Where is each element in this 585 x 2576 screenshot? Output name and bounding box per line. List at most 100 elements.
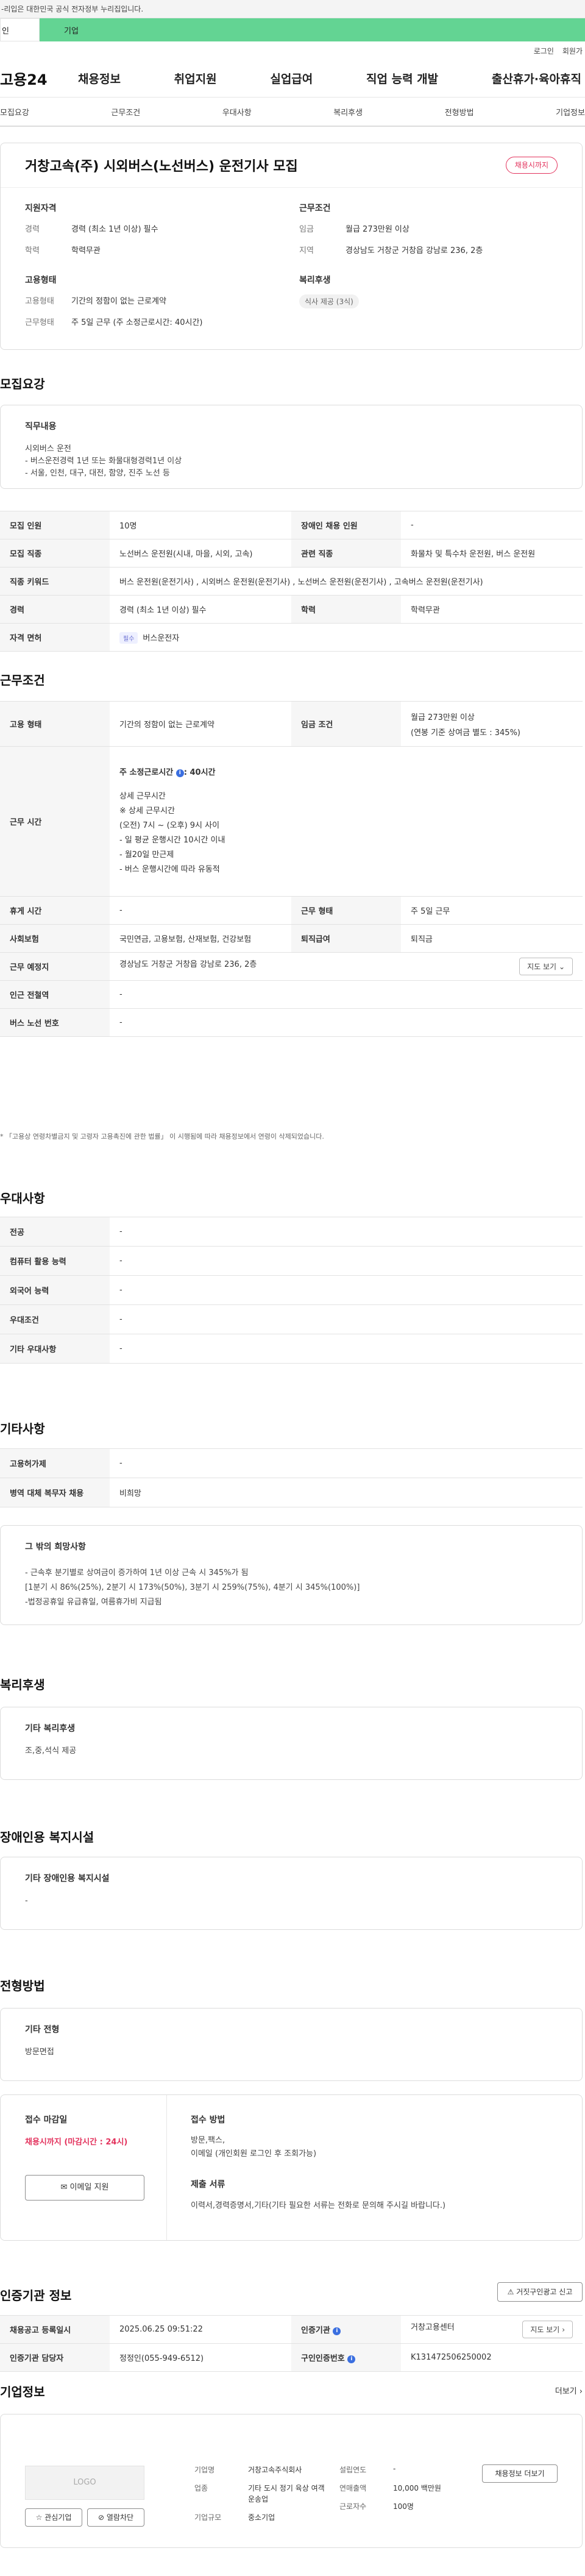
- emp-type-value: 기간의 정함이 없는 근로계약: [71, 297, 166, 306]
- industry-value: 기타 도시 정기 육상 여객 운송업: [248, 2484, 325, 2503]
- report-icon: ⚠: [507, 2288, 514, 2296]
- insurance-value: 국민연금, 고용보험, 산재보험, 건강보험: [110, 924, 291, 953]
- government-notice-bar: -리입은 대한민국 공식 전자정부 누리집입니다.: [0, 0, 585, 18]
- major-value: -: [110, 1217, 583, 1247]
- workplace-cell: 경상남도 거창군 거창읍 강남로 236, 2층 지도 보기 ⌄: [110, 952, 583, 981]
- tab-recruitment[interactable]: 모집요강: [0, 106, 29, 118]
- agency-cell: 거창고용센터 지도 보기 ›: [401, 2315, 583, 2344]
- chevron-down-icon: ⌄: [558, 962, 565, 971]
- company-more-link[interactable]: 더보기 ›: [555, 2385, 583, 2396]
- table-row: 근무 시간 주 소정근로시간 i: 40시간 상세 근무시간 ※ 상세 근무시간…: [0, 746, 583, 897]
- company-jobs-button[interactable]: 채용정보 더보기: [482, 2464, 558, 2483]
- employment-type-label: 고용 형태: [0, 701, 110, 747]
- license-cell: 필수 버스운전자: [110, 623, 583, 652]
- job-summary-card: 거창고속(주) 시외버스(노선버스) 운전기사 모집 채용시까지 지원자격 경력…: [0, 143, 583, 350]
- info-icon[interactable]: i: [347, 2355, 356, 2363]
- table-row: 모집 인원 10명 장애인 채용 인원 -: [0, 511, 583, 539]
- emp-shape-value: 주 5일 근무 (주 소정근로시간: 40시간): [71, 318, 203, 327]
- menu-unemployment-benefit[interactable]: 실업급여: [270, 70, 313, 87]
- email-apply-button[interactable]: ✉ 이메일 지원: [25, 2175, 144, 2201]
- false-ad-report-label: 거짓구인광고 신고: [516, 2288, 573, 2296]
- agency-map-button[interactable]: 지도 보기 ›: [522, 2321, 573, 2338]
- company-fields-left: 기업명 거창고속주식회사 업종 기타 도시 정기 육상 여객 운송업 기업규모 중소기…: [194, 2464, 327, 2530]
- welfare-summary-heading: 복리후생: [299, 276, 331, 285]
- other-preference-label: 기타 우대사항: [0, 1334, 110, 1364]
- station-label: 인근 전철역: [0, 980, 110, 1009]
- table-row: 고용 형태 기간의 정함이 없는 근로계약 임금 조건 월급 273만원 이상 …: [0, 701, 583, 747]
- interest-company-button[interactable]: ☆ 관심기업: [25, 2508, 82, 2527]
- tab-company-info[interactable]: 기업정보: [556, 106, 585, 118]
- disabled-headcount-value: -: [401, 511, 583, 539]
- workplace-map-button[interactable]: 지도 보기 ⌄: [519, 958, 573, 975]
- table-row: 우대조건 -: [0, 1304, 583, 1334]
- bus-route-label: 버스 노선 번호: [0, 1008, 110, 1037]
- block-view-button[interactable]: ⊘ 열람차단: [87, 2508, 144, 2527]
- auth-number-label: 구인인증번호 i: [291, 2343, 401, 2372]
- language-value: -: [110, 1275, 583, 1305]
- selection-section-title: 전형방법: [0, 1979, 45, 1993]
- revenue-value: 10,000 백만원: [393, 2484, 441, 2492]
- hope-text: - 근속후 분기별로 상여금이 증가하여 1년 이상 근속 시 345%가 됨 …: [25, 1568, 360, 1607]
- founded-value: -: [393, 2464, 396, 2473]
- workplace-value: 경상남도 거창군 거창읍 강남로 236, 2층: [119, 960, 257, 969]
- cond-wage-value: 월급 273만원 이상: [346, 225, 410, 234]
- info-icon[interactable]: i: [176, 769, 184, 777]
- qual-education-label: 학력: [25, 246, 40, 255]
- tab-work-conditions[interactable]: 근무조건: [111, 106, 140, 118]
- work-hours-detail: 상세 근무시간 ※ 상세 근무시간 (오전) 7시 ~ (오후) 9시 사이 -…: [119, 792, 225, 874]
- deadline-value: 채용시까지 (마감시간 : 24시): [25, 2138, 128, 2147]
- age-discrimination-note: * 「고용상 연령차별금지 및 고령자 고용촉진에 관한 법률」 이 시행됨에 …: [0, 1133, 324, 1140]
- wage-value: 월급 273만원 이상: [411, 713, 475, 722]
- block-icon: ⊘: [98, 2513, 105, 2522]
- personal-tab[interactable]: 인: [0, 18, 40, 41]
- qual-career-label: 경력: [25, 225, 40, 234]
- eps-value: -: [110, 1448, 583, 1478]
- welfare-heading: 기타 복리후생: [25, 1724, 76, 1734]
- alt-service-label: 병역 대체 복무자 채용: [0, 1478, 110, 1507]
- menu-parental-leave[interactable]: 출산휴가·육아휴직: [492, 70, 581, 87]
- agency-section-title: 인증기관 정보: [0, 2288, 72, 2303]
- keyword-value: 버스 운전원(운전기사) , 시외버스 운전원(운전기사) , 노선버스 운전원…: [110, 567, 583, 596]
- signup-link[interactable]: 회원가: [562, 46, 583, 56]
- tab-selection[interactable]: 전형방법: [445, 106, 474, 118]
- computer-skill-label: 컴퓨터 활용 능력: [0, 1246, 110, 1276]
- qualification-block: 지원자격 경력 경력 (최소 1년 이상) 필수 학력 학력무관: [25, 202, 158, 265]
- workplace-label: 근무 예정지: [0, 952, 110, 981]
- global-navigation: 고용24 채용정보 취업지원 실업급여 직업 능력 개발 출산휴가·육아휴직: [0, 60, 585, 98]
- education-label: 학력: [291, 595, 401, 624]
- company-section-title: 기업정보: [0, 2385, 45, 2399]
- table-row: 인근 전철역 -: [0, 980, 583, 1009]
- occupation-value: 노선버스 운전원(시내, 마을, 시외, 고속): [110, 539, 291, 568]
- login-link[interactable]: 로그인: [534, 46, 554, 56]
- site-logo[interactable]: 고용24: [0, 68, 78, 89]
- required-badge: 필수: [119, 632, 138, 644]
- info-icon[interactable]: i: [333, 2327, 341, 2335]
- table-row: 직종 키워드 버스 운전원(운전기사) , 시외버스 운전원(운전기사) , 노…: [0, 567, 583, 596]
- company-tab[interactable]: 기업: [40, 18, 585, 41]
- company-fields-right: 설립연도 - 연매출액 10,000 백만원 근로자수 100명: [339, 2464, 441, 2519]
- disabled-box: 기타 장애인용 복지시설 -: [0, 1857, 583, 1930]
- company-card: LOGO ☆ 관심기업 ⊘ 열람차단 기업명 거창고속주식회사 업종 기타 도시 정…: [0, 2414, 583, 2548]
- preference-table: 전공 - 컴퓨터 활용 능력 - 외국어 능력 - 우대조건 - 기타 우대사항 -: [0, 1217, 583, 1364]
- selection-box: 기타 전형 방문면접: [0, 2008, 583, 2081]
- main-menu: 채용정보 취업지원 실업급여 직업 능력 개발 출산휴가·육아휴직: [78, 70, 585, 87]
- company-name-label: 기업명: [194, 2466, 215, 2474]
- menu-job-info[interactable]: 채용정보: [78, 70, 121, 87]
- tab-preferences[interactable]: 우대사항: [222, 106, 252, 118]
- conditions-heading: 근무조건: [299, 204, 331, 213]
- docs-heading: 제출 서류: [191, 2180, 225, 2190]
- company-name-value: 거창고속주식회사: [248, 2466, 302, 2474]
- qualification-heading: 지원자격: [25, 204, 57, 213]
- false-ad-report-button[interactable]: ⚠ 거짓구인광고 신고: [497, 2282, 583, 2302]
- wage-label: 임금 조건: [291, 701, 401, 747]
- deadline-pill: 채용시까지: [505, 157, 558, 174]
- method-heading: 접수 방법: [191, 2115, 225, 2125]
- table-row: 전공 -: [0, 1217, 583, 1247]
- menu-employment-support[interactable]: 취업지원: [174, 70, 217, 87]
- etc-table: 고용허가제 - 병역 대체 복무자 채용 비희망: [0, 1448, 583, 1507]
- tab-welfare[interactable]: 복리후생: [333, 106, 363, 118]
- computer-skill-value: -: [110, 1246, 583, 1276]
- insurance-label: 사회보험: [0, 924, 110, 953]
- license-value: 버스운전자: [143, 633, 180, 643]
- menu-vocational-training[interactable]: 직업 능력 개발: [366, 70, 438, 87]
